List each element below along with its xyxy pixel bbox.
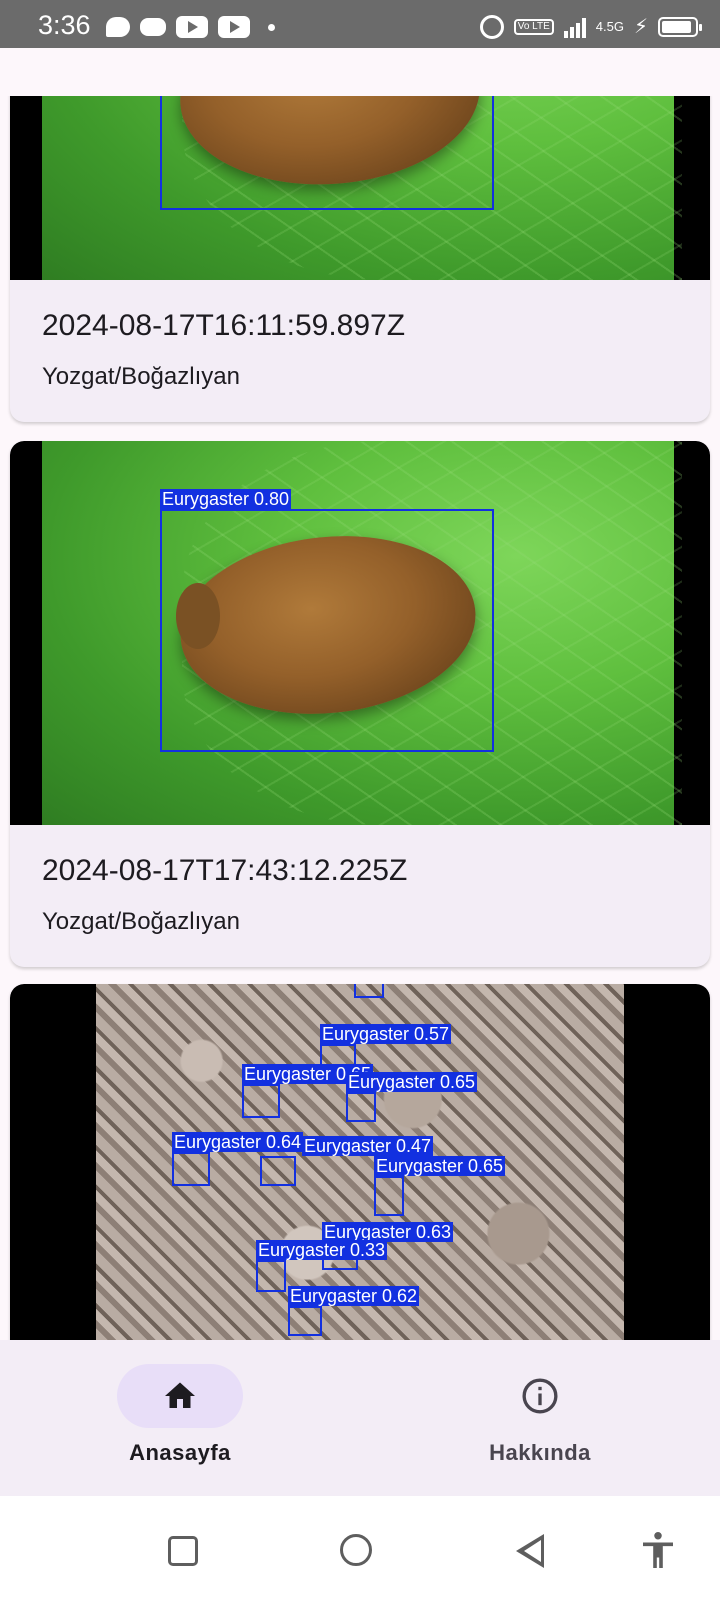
detection-box: Eurygaster 0.47: [260, 1136, 434, 1186]
detection-label: Eurygaster 0.47: [302, 1136, 434, 1156]
detection-box: Eurygaster 0.64: [172, 1132, 304, 1186]
detection-label: Eurygaster 0.64: [172, 1132, 304, 1152]
detection-box: [160, 96, 494, 210]
system-status-icons: Vo LTE 4.5G ⚡: [479, 14, 702, 39]
nav-label-about: Hakkında: [489, 1440, 591, 1465]
post-image: [10, 96, 710, 280]
detection-box: Eurygaster 0.65: [374, 1156, 506, 1216]
nav-indicator: [117, 1364, 243, 1428]
detection-box: Eurygaster 0.62: [288, 1286, 420, 1336]
detection-label: Eurygaster 0.62: [288, 1286, 420, 1306]
hotspot-icon: [479, 14, 504, 39]
post-image: Eurygaster 0.80: [10, 441, 710, 825]
home-icon: [165, 1382, 195, 1408]
signal-icon: [563, 16, 586, 38]
detection-label: Eurygaster 0.63: [322, 1222, 454, 1242]
nav-label-home: Anasayfa: [129, 1440, 231, 1465]
status-bar: 3:36 Vo LTE 4.5G ⚡: [0, 0, 720, 48]
post-card[interactable]: Eurygaster 0.80 2024-08-17T17:43:12.225Z…: [10, 441, 710, 967]
leaf-photo: Eurygaster 0.80: [42, 441, 682, 825]
chat-icon: [106, 17, 130, 37]
detection-box: [354, 984, 384, 998]
youtube-icon: [176, 16, 208, 38]
system-navigation-bar: [0, 1496, 720, 1600]
detection-feed[interactable]: 2024-08-17T16:11:59.897Z Yozgat/Boğazlıy…: [0, 96, 720, 1340]
nav-indicator: [477, 1364, 603, 1428]
detection-label: Eurygaster 0.80: [160, 489, 292, 509]
detection-label: Eurygaster 0.33: [256, 1240, 388, 1260]
app-bar: [0, 48, 720, 96]
detection-box: Eurygaster 0.65: [242, 1064, 374, 1118]
battery-icon: [658, 16, 702, 37]
post-location: Yozgat/Boğazlıyan: [42, 363, 240, 390]
accessibility-icon: [643, 1532, 673, 1568]
youtube-icon: [218, 16, 250, 38]
post-date: 2024-08-17T17:43:12.225Z: [42, 854, 408, 887]
battery-level: [662, 20, 691, 33]
nav-item-about[interactable]: Hakkında: [440, 1364, 640, 1466]
home-button[interactable]: [340, 1534, 372, 1566]
discord-icon: [140, 18, 166, 36]
post-date: 2024-08-17T16:11:59.897Z: [42, 309, 406, 342]
notification-icons: [106, 16, 275, 38]
detection-label: Eurygaster 0.65: [346, 1072, 478, 1092]
dry-leaves-photo: Eurygaster 0.57 Eurygaster 0.65 Eurygast…: [96, 984, 624, 1340]
post-location: Yozgat/Boğazlıyan: [42, 908, 240, 935]
detection-label: Eurygaster 0.57: [320, 1024, 452, 1044]
post-card[interactable]: 2024-08-17T16:11:59.897Z Yozgat/Boğazlıy…: [10, 96, 710, 422]
detection-box: Eurygaster 0.33: [256, 1240, 388, 1292]
volte-icon: Vo LTE: [513, 18, 554, 35]
activity-icon: ⚡: [633, 16, 648, 38]
recent-apps-button[interactable]: [168, 1536, 198, 1566]
accessibility-button[interactable]: [640, 1530, 680, 1570]
post-card[interactable]: Eurygaster 0.57 Eurygaster 0.65 Eurygast…: [10, 984, 710, 1340]
detection-label: Eurygaster 0.65: [374, 1156, 506, 1176]
back-button[interactable]: [516, 1534, 544, 1568]
detection-box: Eurygaster 0.65: [346, 1072, 478, 1122]
status-time: 3:36: [38, 10, 91, 40]
detection-box: Eurygaster 0.80: [160, 489, 494, 752]
more-notifications-icon: [268, 23, 275, 31]
network-type-label: 4.5G: [595, 19, 624, 34]
nav-item-home[interactable]: Anasayfa: [80, 1364, 280, 1466]
bottom-navigation: Anasayfa Hakkında: [0, 1340, 720, 1496]
leaf-photo: [42, 96, 682, 280]
post-image: Eurygaster 0.57 Eurygaster 0.65 Eurygast…: [10, 984, 710, 1340]
info-icon: [522, 1378, 558, 1414]
